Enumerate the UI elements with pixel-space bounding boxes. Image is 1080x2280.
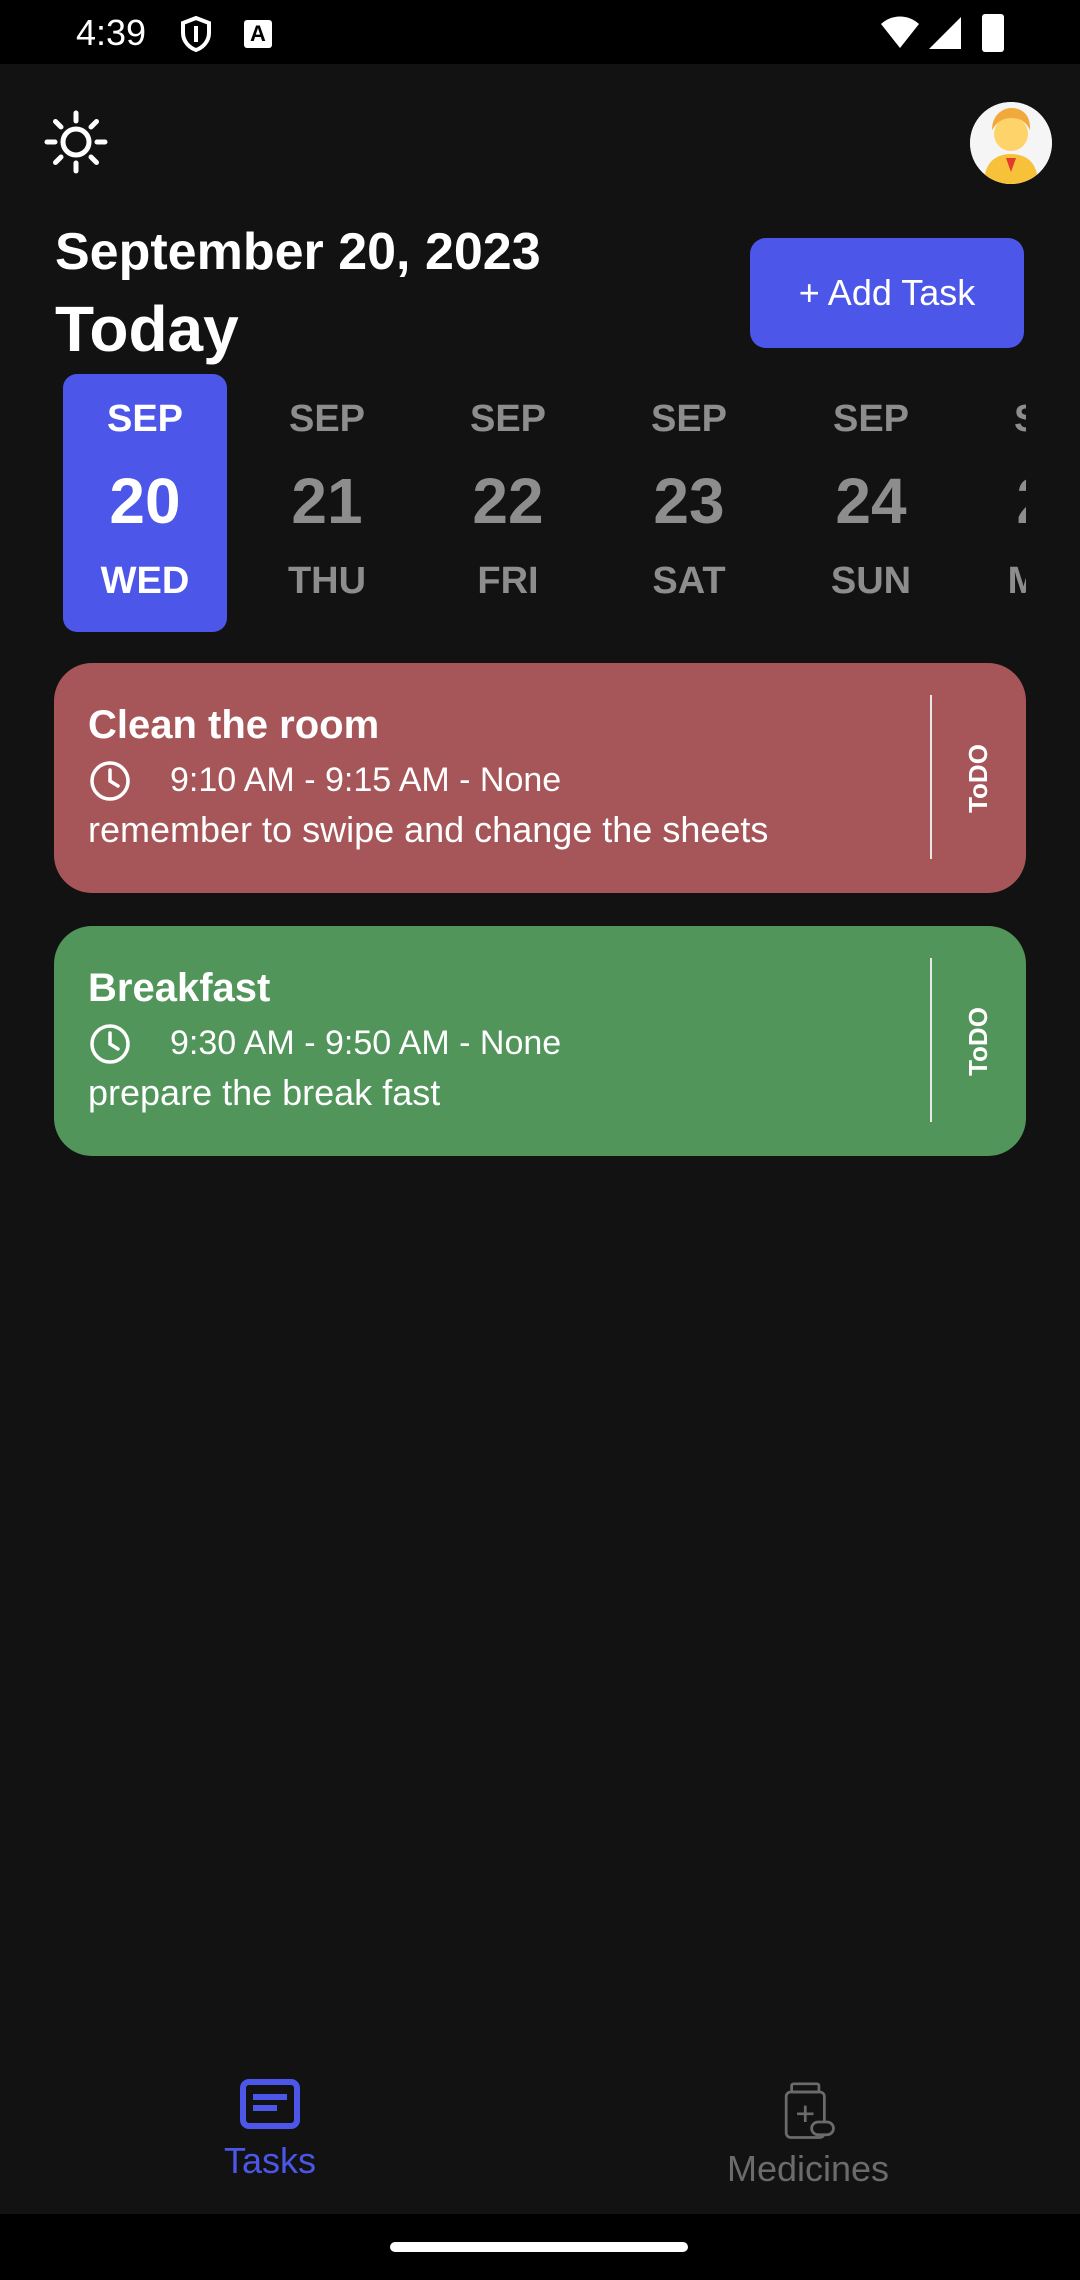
- date-strip[interactable]: SEP 20 WED SEP 21 THU SEP 22 FRI SEP 23 …: [0, 374, 1026, 634]
- task-description: remember to swipe and change the sheets: [88, 809, 769, 850]
- date-item-sep-21[interactable]: SEP 21 THU: [245, 374, 409, 632]
- date-day: 23: [653, 465, 725, 537]
- clock-icon: [90, 1024, 130, 1064]
- nav-tab-medicines[interactable]: Medicines: [658, 2082, 958, 2202]
- date-day: 20: [109, 465, 181, 537]
- date-weekday: THU: [287, 560, 367, 602]
- task-time: 9:30 AM - 9:50 AM - None: [170, 1024, 562, 1062]
- date-month: SEP: [288, 398, 366, 440]
- date-weekday: SUN: [830, 560, 912, 602]
- add-task-button[interactable]: + Add Task: [750, 238, 1024, 348]
- signal-icon: [929, 17, 961, 49]
- task-status: ToDO: [931, 926, 1026, 1156]
- task-card-clean-room[interactable]: Clean the room 9:10 AM - 9:15 AM - None …: [54, 663, 1026, 893]
- date-weekday: WED: [100, 560, 190, 602]
- nav-tab-tasks[interactable]: Tasks: [120, 2074, 420, 2194]
- date-item-sep-23[interactable]: SEP 23 SAT: [607, 374, 771, 632]
- nav-label-medicines: Medicines: [726, 2148, 890, 2189]
- battery-icon: [982, 14, 1004, 52]
- a-badge-icon: A: [244, 20, 272, 48]
- task-card-breakfast[interactable]: Breakfast 9:30 AM - 9:50 AM - None prepa…: [54, 926, 1026, 1156]
- clock-icon: [90, 761, 130, 801]
- nav-label-tasks: Tasks: [223, 2140, 317, 2181]
- avatar-person-icon: [970, 102, 1052, 184]
- task-title: Clean the room: [88, 703, 380, 747]
- date-weekday: SAT: [652, 560, 726, 602]
- date-item-sep-22[interactable]: SEP 22 FRI: [426, 374, 590, 632]
- date-day: 22: [472, 465, 544, 537]
- status-bar: 4:39 A: [0, 0, 1080, 64]
- task-time: 9:10 AM - 9:15 AM - None: [170, 761, 562, 799]
- date-item-sep-25[interactable]: SEP 25 MON: [970, 374, 1026, 632]
- wifi-icon: [881, 16, 919, 48]
- date-weekday: FRI: [477, 560, 539, 602]
- sun-icon[interactable]: [44, 110, 108, 174]
- date-month: SEP: [832, 398, 910, 440]
- date-item-sep-24[interactable]: SEP 24 SUN: [789, 374, 953, 632]
- task-status: ToDO: [931, 663, 1026, 893]
- date-weekday: MON: [1007, 560, 1026, 602]
- date-month: SEP: [970, 398, 1026, 441]
- tasks-icon: [240, 2079, 300, 2129]
- medicine-bottle-icon: [784, 2082, 835, 2139]
- task-title: Breakfast: [88, 966, 271, 1010]
- home-gesture-bar[interactable]: [390, 2242, 688, 2252]
- task-description: prepare the break fast: [88, 1072, 441, 1113]
- current-date: September 20, 2023: [55, 223, 541, 281]
- task-status-label: ToDO: [963, 743, 993, 813]
- status-time: 4:39: [76, 12, 147, 53]
- date-day: 25: [970, 464, 1026, 538]
- date-month: SEP: [650, 398, 728, 440]
- date-item-sep-20[interactable]: SEP 20 WED: [63, 374, 227, 632]
- date-month: SEP: [106, 398, 184, 440]
- page-title: Today: [55, 293, 239, 365]
- date-month: SEP: [469, 398, 547, 440]
- avatar[interactable]: [970, 102, 1052, 184]
- date-day: 24: [835, 465, 907, 537]
- bottom-navigation: Tasks Medicines: [0, 2040, 1080, 2214]
- shield-icon: [181, 16, 211, 52]
- task-status-label: ToDO: [963, 1006, 993, 1076]
- date-day: 21: [291, 465, 363, 537]
